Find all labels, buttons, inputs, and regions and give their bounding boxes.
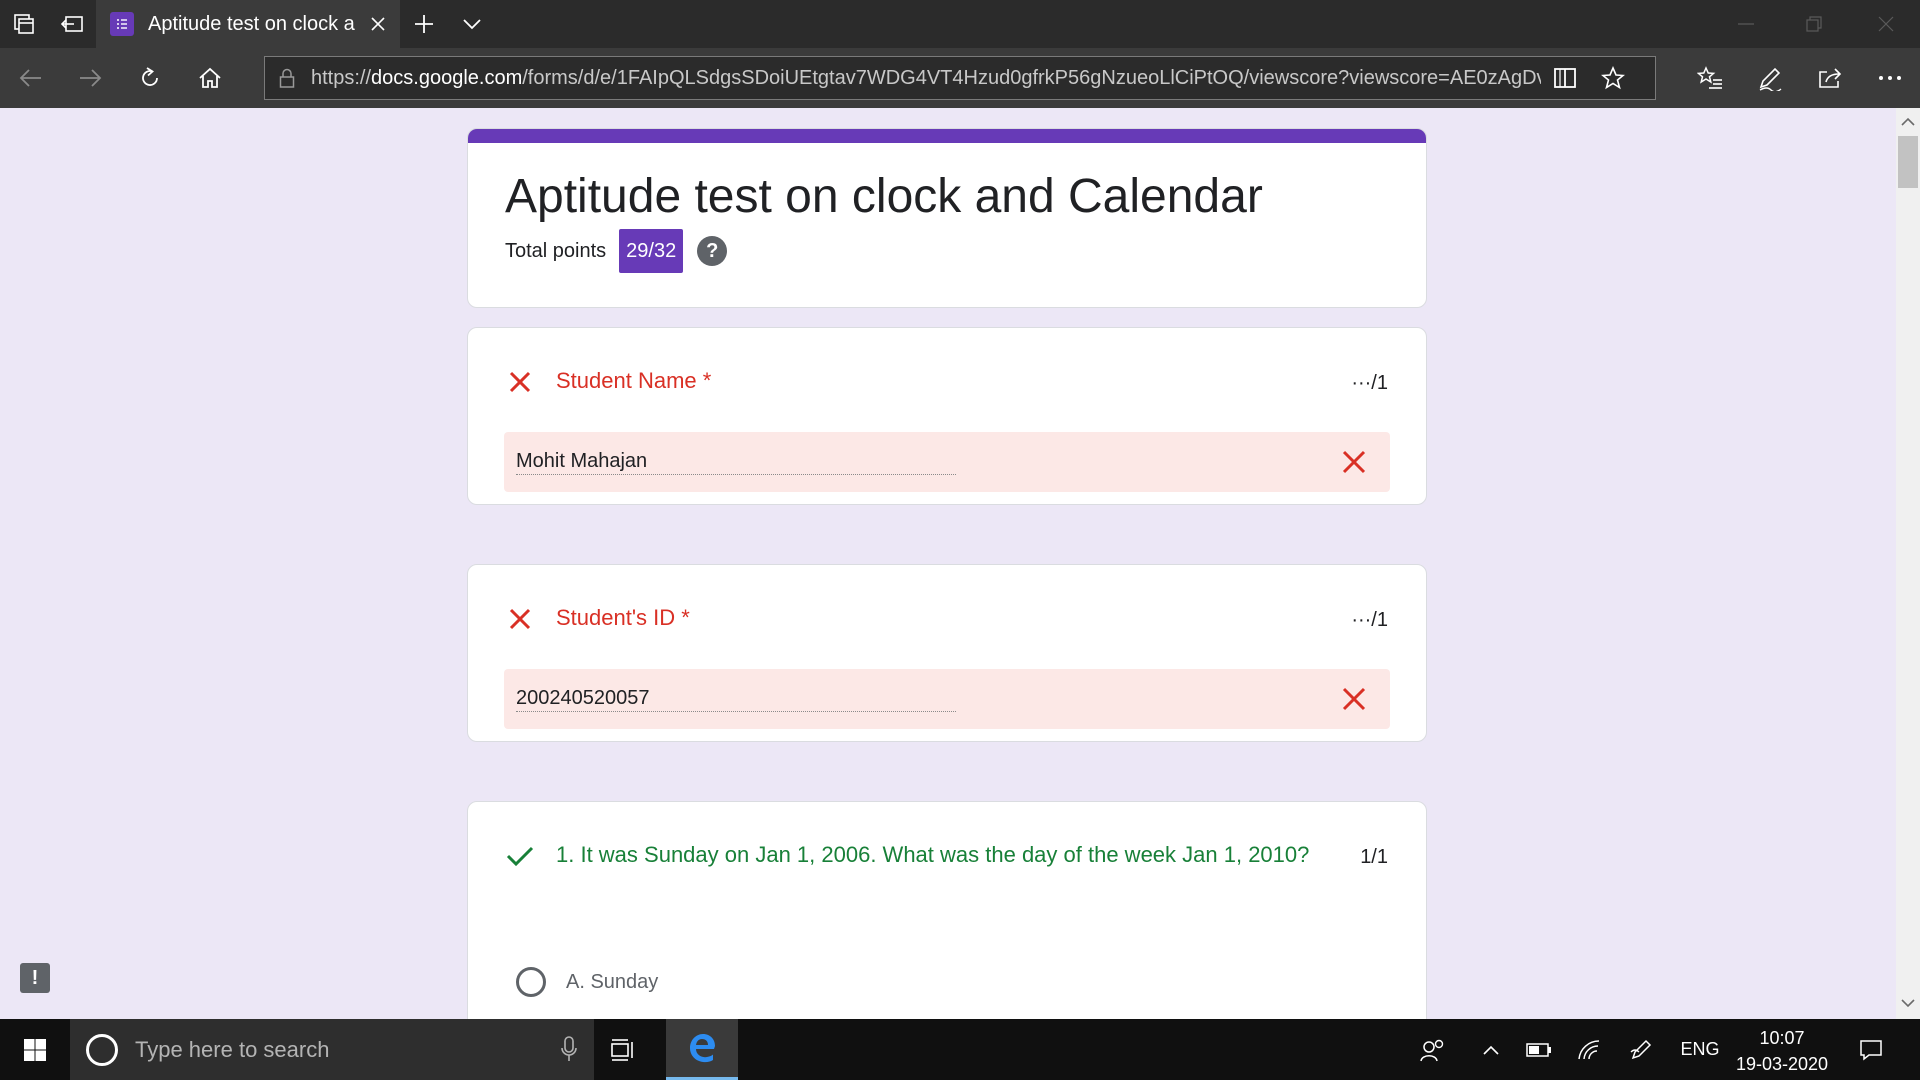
question-card-1: 1. It was Sunday on Jan 1, 2006. What wa… xyxy=(467,801,1427,1019)
battery-icon[interactable] xyxy=(1516,1019,1562,1080)
taskbar-clock[interactable]: 10:07 19-03-2020 xyxy=(1720,1025,1844,1077)
taskbar-search-box[interactable]: Type here to search xyxy=(70,1019,594,1080)
share-icon[interactable] xyxy=(1806,54,1854,102)
back-icon[interactable] xyxy=(7,54,55,102)
search-placeholder: Type here to search xyxy=(135,1036,330,1062)
option-a[interactable]: A. Sunday xyxy=(516,967,658,997)
question-points: ···/1 xyxy=(1351,372,1388,394)
navigation-bar: https://docs.google.com/forms/d/e/1FAIpQ… xyxy=(0,48,1920,108)
chevron-up-icon[interactable] xyxy=(1468,1019,1514,1080)
language-label: ENG xyxy=(1680,1039,1720,1059)
restore-icon[interactable] xyxy=(1780,0,1848,48)
url-scheme: https:// xyxy=(311,66,372,89)
question-card-student-id: Student's ID * ···/1 200240520057 xyxy=(467,564,1427,742)
set-aside-tabs-icon[interactable] xyxy=(48,0,96,48)
reading-view-icon[interactable] xyxy=(1541,56,1589,100)
question-points: ···/1 xyxy=(1351,609,1388,631)
form-title: Aptitude test on clock and Calendar xyxy=(505,170,1263,223)
cross-icon xyxy=(1342,687,1366,711)
new-tab-icon[interactable] xyxy=(400,0,448,48)
answer-box: 200240520057 xyxy=(504,669,1390,729)
clock-date: 19-03-2020 xyxy=(1735,1054,1829,1074)
question-title: Student Name * xyxy=(556,368,712,393)
tab-actions-icon[interactable] xyxy=(0,0,48,48)
refresh-icon[interactable] xyxy=(126,54,174,102)
chevron-down-icon[interactable] xyxy=(448,0,496,48)
address-bar[interactable]: https://docs.google.com/forms/d/e/1FAIpQ… xyxy=(264,56,1656,100)
question-points: 1/1 xyxy=(1360,846,1388,868)
form-header-card: Aptitude test on clock and Calendar Tota… xyxy=(467,128,1427,308)
notification-icon[interactable] xyxy=(1846,1019,1896,1080)
forms-favicon xyxy=(110,12,134,36)
pen-icon[interactable] xyxy=(1746,54,1794,102)
accent-bar xyxy=(468,129,1426,143)
favorites-hub-icon[interactable] xyxy=(1686,54,1734,102)
chevron-up-icon[interactable] xyxy=(1900,114,1916,130)
answer-text: 200240520057 xyxy=(516,687,650,709)
clock-time: 10:07 xyxy=(1759,1028,1805,1048)
home-icon[interactable] xyxy=(186,54,234,102)
score-badge: 29/32 xyxy=(619,229,684,273)
scrollbar[interactable] xyxy=(1896,108,1920,1019)
page-content: Aptitude test on clock and Calendar Tota… xyxy=(0,108,1920,1019)
help-icon[interactable]: ? xyxy=(697,236,728,266)
more-icon[interactable] xyxy=(1866,54,1914,102)
chevron-down-icon[interactable] xyxy=(1900,995,1916,1011)
url-text[interactable]: https://docs.google.com/forms/d/e/1FAIpQ… xyxy=(311,67,1541,90)
question-header: Student Name * xyxy=(506,366,711,399)
total-points-label: Total points xyxy=(505,239,607,262)
question-title: 1. It was Sunday on Jan 1, 2006. What wa… xyxy=(556,842,1310,867)
windows-icon[interactable] xyxy=(0,1019,70,1080)
browser-tab[interactable]: Aptitude test on clock a xyxy=(96,0,400,48)
task-view-icon[interactable] xyxy=(594,1019,654,1080)
cross-icon xyxy=(1342,450,1366,474)
question-card-student-name: Student Name * ···/1 Mohit Mahajan xyxy=(467,327,1427,505)
answer-box: Mohit Mahajan xyxy=(504,432,1390,492)
question-header: 1. It was Sunday on Jan 1, 2006. What wa… xyxy=(506,840,1316,873)
checkmark-icon xyxy=(506,842,534,870)
close-icon[interactable] xyxy=(1852,0,1920,48)
question-title: Student's ID * xyxy=(556,605,690,630)
answer-underline xyxy=(516,474,956,475)
option-label: A. Sunday xyxy=(566,970,659,993)
radio-button[interactable] xyxy=(516,967,546,997)
tab-title: Aptitude test on clock a xyxy=(148,12,355,35)
wifi-icon[interactable] xyxy=(1566,1019,1612,1080)
language-indicator[interactable]: ENG xyxy=(1674,1019,1726,1080)
cross-icon xyxy=(506,605,534,633)
pen-workspace-icon[interactable] xyxy=(1618,1019,1664,1080)
cortana-icon xyxy=(86,1033,118,1066)
forward-icon[interactable] xyxy=(66,54,114,102)
people-icon[interactable] xyxy=(1410,1019,1456,1080)
minimize-icon[interactable] xyxy=(1712,0,1780,48)
url-domain: docs.google.com xyxy=(371,66,523,89)
cross-icon xyxy=(506,368,534,396)
feedback-icon[interactable]: ! xyxy=(20,963,50,993)
microphone-icon[interactable] xyxy=(560,1035,578,1068)
answer-underline xyxy=(516,711,956,712)
taskbar: Type here to search ENG 10:07 19-03-2020 xyxy=(0,1019,1920,1080)
answer-text: Mohit Mahajan xyxy=(516,450,648,472)
close-icon[interactable] xyxy=(362,8,394,40)
lock-icon[interactable] xyxy=(265,56,309,100)
question-header: Student's ID * xyxy=(506,603,690,636)
title-bar: Aptitude test on clock a xyxy=(0,0,1920,48)
favorite-star-icon[interactable] xyxy=(1589,56,1637,100)
url-path: /forms/d/e/1FAIpQLSdgsSDoiUEtgtav7WDG4VT… xyxy=(522,66,1541,89)
total-points-row: Total points 29/32 ? xyxy=(505,229,728,273)
scrollbar-thumb[interactable] xyxy=(1898,136,1918,188)
edge-icon[interactable] xyxy=(666,1019,738,1080)
